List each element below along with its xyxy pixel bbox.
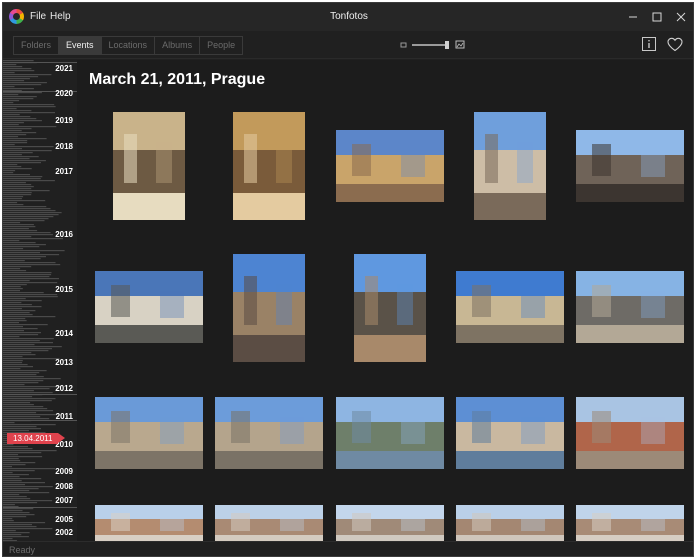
- photo-thumbnail[interactable]: [95, 397, 203, 469]
- close-icon: [676, 12, 686, 22]
- timeline-year-label[interactable]: 2019: [55, 116, 73, 125]
- photo-thumbnail[interactable]: [576, 130, 684, 202]
- photo-thumbnail[interactable]: [233, 254, 305, 362]
- tab-people[interactable]: People: [200, 37, 242, 54]
- tab-folders[interactable]: Folders: [14, 37, 60, 54]
- maximize-icon: [652, 12, 662, 22]
- timeline-year-label[interactable]: 2011: [56, 412, 73, 421]
- toolbar: Folders Events Locations Albums People: [3, 31, 693, 59]
- photo-thumbnail[interactable]: [576, 271, 684, 343]
- photo-thumbnail[interactable]: [456, 271, 564, 343]
- photo-thumbnail[interactable]: [95, 505, 203, 541]
- small-image-icon: [400, 42, 407, 48]
- minimize-icon: [629, 16, 637, 18]
- timeline-year-label[interactable]: 2021: [55, 64, 73, 73]
- photo-thumbnail[interactable]: [456, 397, 564, 469]
- timeline-scrubber[interactable]: 2021 2020 2019 2018 2017 2016 2015 2014 …: [3, 60, 77, 541]
- photo-thumbnail[interactable]: [576, 397, 684, 469]
- maximize-button[interactable]: [644, 5, 670, 29]
- slider-handle[interactable]: [445, 41, 449, 49]
- menu-help[interactable]: Help: [50, 11, 71, 22]
- event-title: March 21, 2011, Prague: [89, 71, 266, 88]
- photo-thumbnail[interactable]: [95, 271, 203, 343]
- photo-grid: March 21, 2011, Prague: [77, 60, 693, 541]
- photo-thumbnail[interactable]: [233, 112, 305, 220]
- photo-thumbnail[interactable]: [336, 505, 444, 541]
- timeline-year-label[interactable]: 2008: [55, 482, 73, 491]
- timeline-year-label[interactable]: 2012: [55, 384, 73, 393]
- timeline-year-label[interactable]: 2016: [55, 230, 73, 239]
- timeline-year-label[interactable]: 2005: [55, 515, 73, 524]
- current-date-marker[interactable]: 13.04.2011: [7, 433, 66, 444]
- thumbnail-size-slider[interactable]: [400, 39, 466, 51]
- minimize-button[interactable]: [620, 5, 646, 29]
- timeline-year-label[interactable]: 2002: [55, 528, 73, 537]
- timeline-year-label[interactable]: 2020: [55, 89, 73, 98]
- info-button[interactable]: [642, 37, 656, 51]
- app-logo-icon: [9, 9, 24, 24]
- photo-thumbnail[interactable]: [456, 505, 564, 541]
- large-image-icon: [455, 40, 465, 49]
- timeline-divider: [3, 62, 77, 63]
- info-icon: [642, 37, 656, 51]
- photo-thumbnail[interactable]: [215, 505, 323, 541]
- app-window: File Help Tonfotos Folders Events Locati…: [2, 2, 694, 557]
- photo-thumbnail[interactable]: [354, 254, 426, 362]
- status-bar: Ready: [3, 541, 693, 556]
- photo-thumbnail[interactable]: [113, 112, 185, 220]
- favorite-button[interactable]: [667, 37, 683, 52]
- tab-events[interactable]: Events: [59, 37, 102, 54]
- photo-thumbnail[interactable]: [215, 397, 323, 469]
- photo-thumbnail[interactable]: [576, 505, 684, 541]
- menu-file[interactable]: File: [30, 11, 46, 22]
- timeline-year-label[interactable]: 2013: [55, 358, 73, 367]
- timeline-divider: [3, 507, 77, 508]
- tab-locations[interactable]: Locations: [102, 37, 156, 54]
- status-text: Ready: [9, 545, 36, 555]
- timeline-year-label[interactable]: 2014: [55, 329, 73, 338]
- timeline-divider: [3, 394, 77, 395]
- window-title: Tonfotos: [330, 11, 368, 22]
- timeline-year-label[interactable]: 2015: [55, 285, 73, 294]
- timeline-year-label[interactable]: 2009: [55, 467, 73, 476]
- timeline-year-label[interactable]: 2017: [55, 167, 73, 176]
- title-bar: File Help Tonfotos: [3, 3, 693, 31]
- tab-albums[interactable]: Albums: [155, 37, 201, 54]
- timeline-year-label[interactable]: 2018: [55, 142, 73, 151]
- photo-thumbnail[interactable]: [474, 112, 546, 220]
- heart-icon: [667, 37, 683, 52]
- close-button[interactable]: [668, 5, 693, 29]
- timeline-year-label[interactable]: 2007: [55, 496, 73, 505]
- photo-thumbnail[interactable]: [336, 397, 444, 469]
- photo-thumbnail[interactable]: [336, 130, 444, 202]
- slider-track[interactable]: [412, 44, 448, 46]
- view-tabs: Folders Events Locations Albums People: [13, 36, 244, 55]
